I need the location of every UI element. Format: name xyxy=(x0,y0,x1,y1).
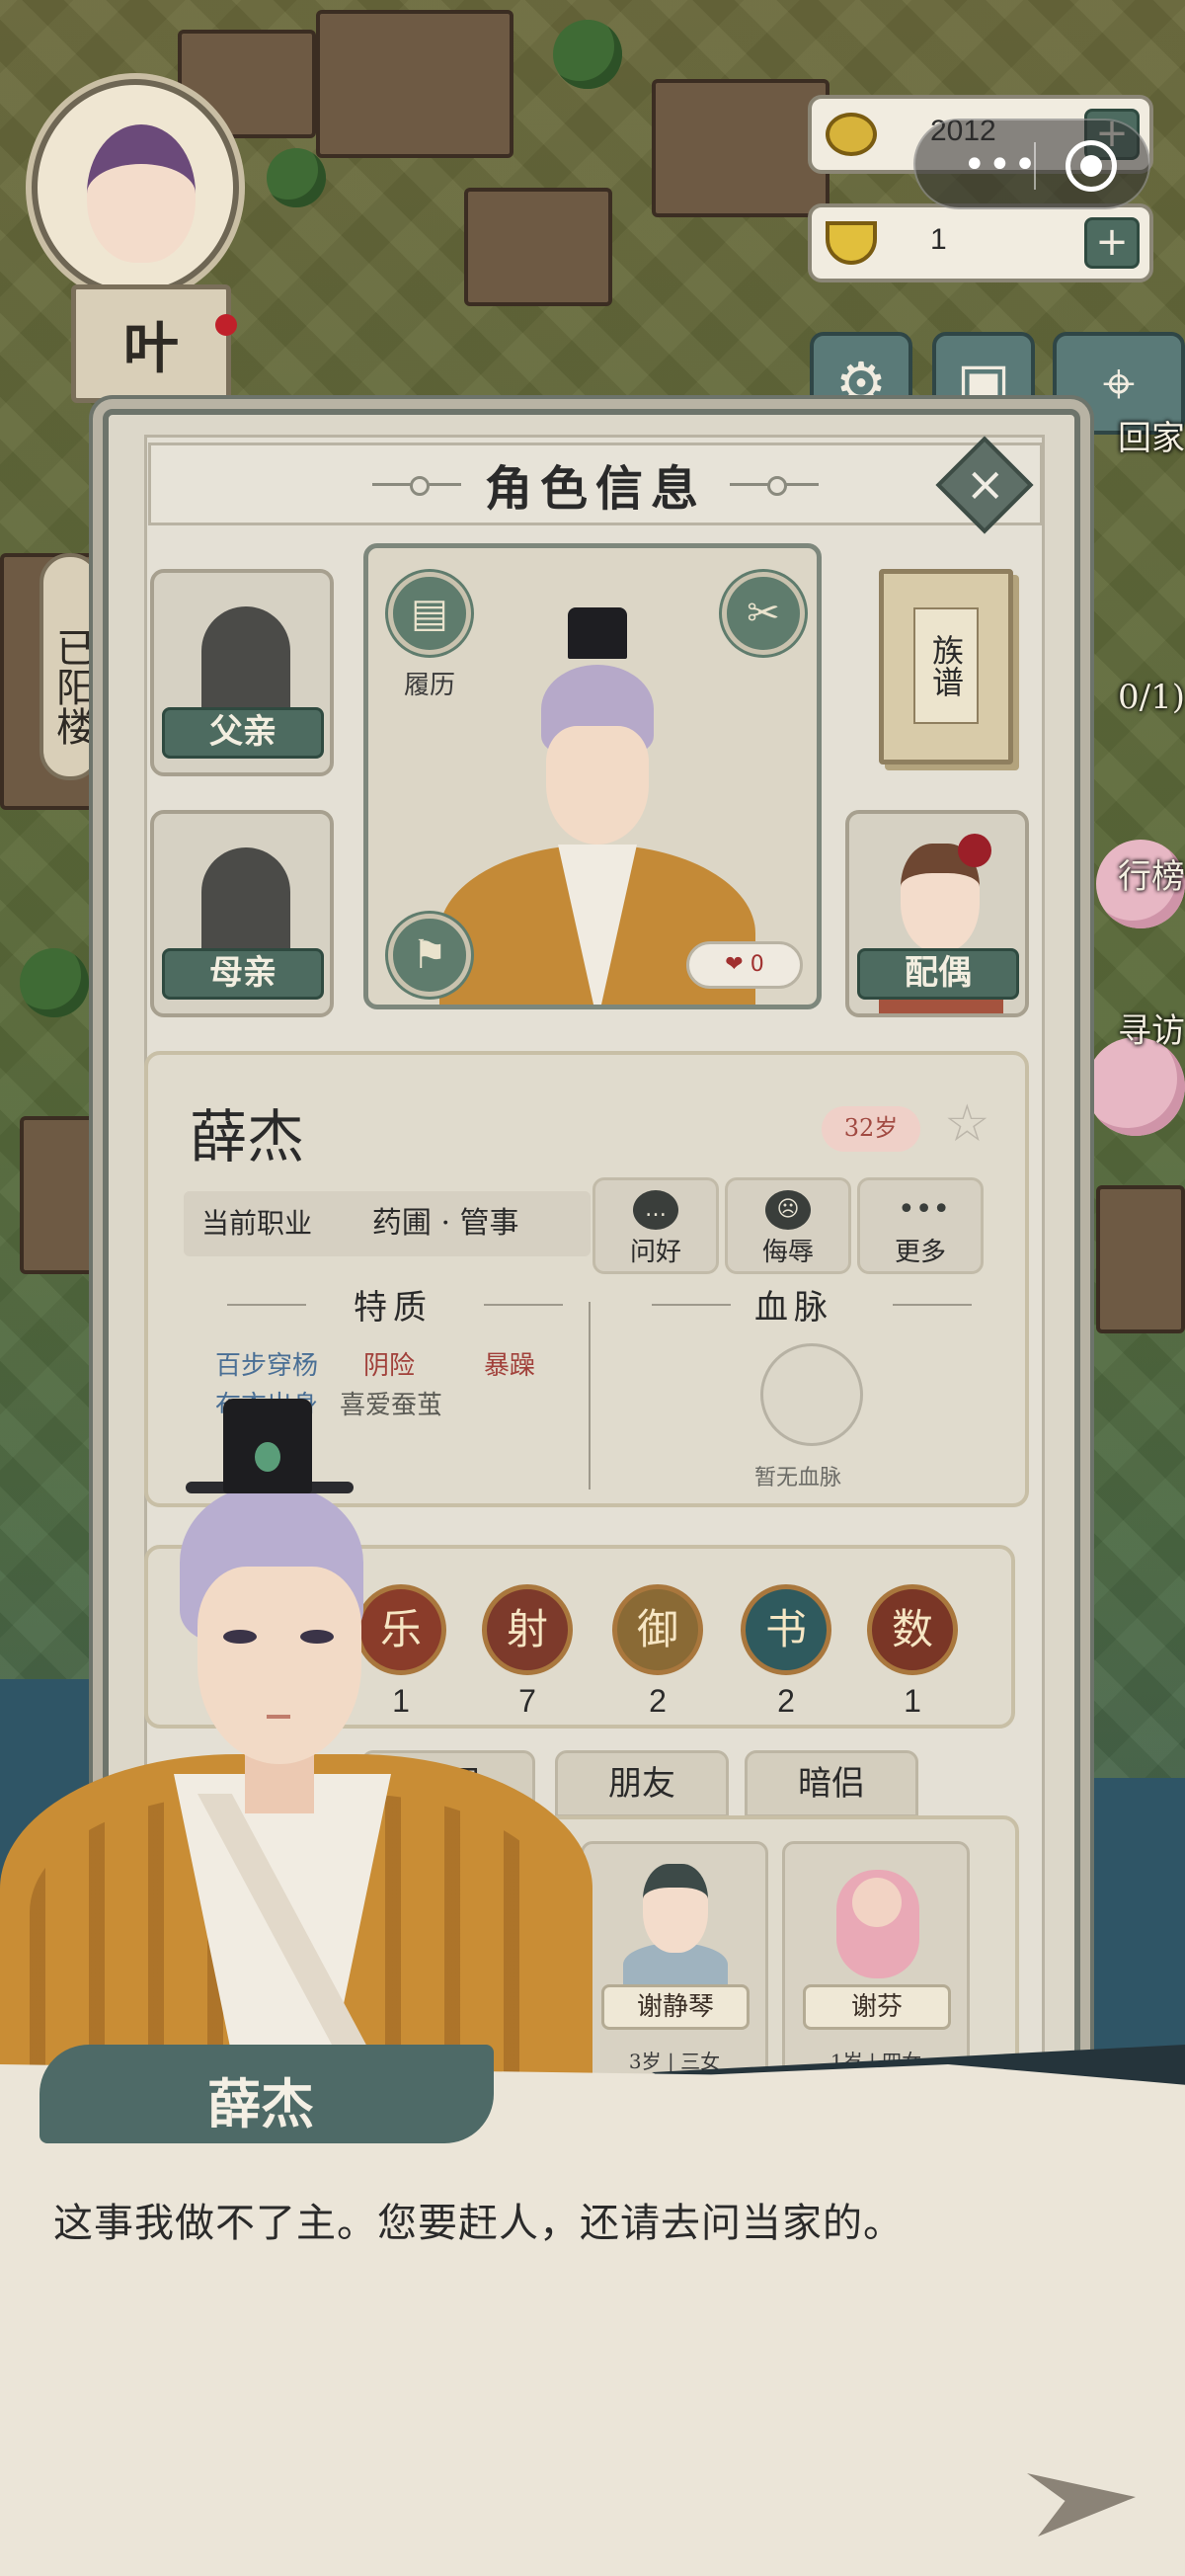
miniprogram-capsule: ••• xyxy=(913,119,1150,209)
ranking-label[interactable]: 行榜 xyxy=(1118,849,1185,898)
father-card[interactable]: 父亲 xyxy=(150,569,334,776)
father-label: 父亲 xyxy=(162,707,324,759)
panel-title-bar: 角色信息 xyxy=(148,443,1043,525)
map-river xyxy=(1086,1778,1185,2074)
ingot-value: 1 xyxy=(930,223,947,256)
coin-icon xyxy=(826,113,877,156)
scroll-icon: ▤ xyxy=(411,591,448,636)
more-label: 更多 xyxy=(894,1238,946,1267)
greet-label: 问好 xyxy=(629,1238,681,1267)
map-building xyxy=(20,1116,99,1274)
official-hat xyxy=(568,607,627,659)
spouse-label: 配偶 xyxy=(857,948,1019,1000)
age-badge: 32岁 xyxy=(822,1106,920,1152)
player-avatar[interactable] xyxy=(32,79,239,296)
close-miniprogram-icon[interactable] xyxy=(1066,140,1117,192)
child-card[interactable]: 谢芬 1岁 | 四女 xyxy=(782,1841,970,2078)
skill-value: 2 xyxy=(777,1683,795,1719)
ellipsis-icon: ••• xyxy=(898,1192,951,1227)
scissors-comb-icon: ✂ xyxy=(747,591,780,636)
heart-icon: ❤ xyxy=(725,952,750,977)
panel-title: 角色信息 xyxy=(484,461,706,517)
spouse-card[interactable]: 配偶 xyxy=(845,810,1029,1017)
skill-value: 2 xyxy=(649,1683,667,1719)
child-portrait xyxy=(643,1864,708,1953)
add-ingots-button[interactable]: + xyxy=(1084,217,1140,269)
player-avatar-face xyxy=(87,124,196,263)
more-options-icon[interactable]: ••• xyxy=(963,145,1039,185)
speaker-portrait xyxy=(0,1399,592,2090)
mother-card[interactable]: 母亲 xyxy=(150,810,334,1017)
side-location-label[interactable]: 已阳楼 xyxy=(40,553,101,780)
map-tree xyxy=(20,948,89,1017)
styling-button[interactable]: ✂ xyxy=(722,572,805,655)
skill-value: 1 xyxy=(904,1683,921,1719)
close-icon: × xyxy=(965,456,1005,513)
character-portrait-card: ▤ 履历 ✂ ⚑ ❤ 0 xyxy=(363,543,822,1009)
ingot-bar: 1 + xyxy=(808,203,1153,282)
quest-counter: 0/1) xyxy=(1118,678,1185,717)
trait-tag[interactable]: 暴躁 xyxy=(484,1345,535,1382)
map-building xyxy=(1096,1185,1185,1333)
hair-flower-icon xyxy=(958,834,991,867)
child-name: 谢芬 xyxy=(803,1984,951,2030)
favorite-star-icon[interactable]: ☆ xyxy=(944,1098,990,1150)
map-building xyxy=(652,79,830,217)
bloodline-heading: 血脉 xyxy=(754,1288,833,1328)
flag-icon: ⚑ xyxy=(412,932,447,978)
genealogy-label: 族谱 xyxy=(913,607,979,724)
map-building xyxy=(464,188,612,306)
gear-icon: ⚙ xyxy=(835,350,887,417)
resume-label: 履历 xyxy=(404,671,456,700)
insult-button[interactable]: ☹ 侮辱 xyxy=(725,1177,851,1274)
more-button[interactable]: ••• 更多 xyxy=(857,1177,984,1274)
speech-bubble-icon: … xyxy=(633,1190,678,1230)
player-name: 叶 xyxy=(71,284,231,403)
greet-button[interactable]: … 问好 xyxy=(592,1177,719,1274)
insult-label: 侮辱 xyxy=(761,1238,814,1267)
resume-button[interactable]: ▤ xyxy=(388,572,471,655)
dialogue-text: 这事我做不了主。您要赶人，还请去问当家的。 xyxy=(53,2201,904,2246)
skill-driving-icon[interactable]: 御 xyxy=(612,1584,703,1675)
banner-button[interactable]: ⚑ xyxy=(388,914,471,997)
bloodline-value: 暂无血脉 xyxy=(754,1466,842,1490)
map-tree xyxy=(267,148,326,207)
phoenix-emblem-icon xyxy=(760,1343,863,1446)
map-tree xyxy=(553,20,622,89)
skill-math-icon[interactable]: 数 xyxy=(867,1584,958,1675)
trait-tag[interactable]: 阴险 xyxy=(363,1345,415,1382)
speaker-name: 薛杰 xyxy=(207,2072,314,2135)
genealogy-book-button[interactable]: 族谱 xyxy=(879,569,1013,765)
child-card[interactable]: 谢静琴 3岁 | 三女 xyxy=(581,1841,768,2078)
occupation-label: 当前职业 xyxy=(201,1207,313,1240)
occupation-value: 药圃 · 管事 xyxy=(371,1206,519,1241)
notification-dot xyxy=(215,314,237,336)
child-name: 谢静琴 xyxy=(601,1984,750,2030)
visit-label[interactable]: 寻访 xyxy=(1118,1004,1185,1052)
skill-calligraphy-icon[interactable]: 书 xyxy=(741,1584,831,1675)
favor-counter: ❤ 0 xyxy=(686,941,803,989)
home-label: 回家 xyxy=(1118,419,1185,458)
traits-heading: 特质 xyxy=(354,1288,433,1328)
gold-ingot-icon xyxy=(826,221,877,265)
favor-value: 0 xyxy=(750,952,764,977)
map-building xyxy=(316,10,514,158)
map-blossom-tree xyxy=(1086,1037,1185,1136)
tab-secret-lovers[interactable]: 暗侣 xyxy=(745,1750,918,1817)
floppy-disk-icon: ▣ xyxy=(956,350,1011,417)
occupation-row: 当前职业 药圃 · 管事 xyxy=(184,1191,591,1256)
trait-tag[interactable]: 百步穿杨 xyxy=(215,1345,318,1382)
map-pin-icon: ⌖ xyxy=(1102,350,1136,417)
character-name: 薛杰 xyxy=(190,1103,305,1170)
angry-face-icon: ☹ xyxy=(765,1190,811,1230)
mother-label: 母亲 xyxy=(162,948,324,1000)
